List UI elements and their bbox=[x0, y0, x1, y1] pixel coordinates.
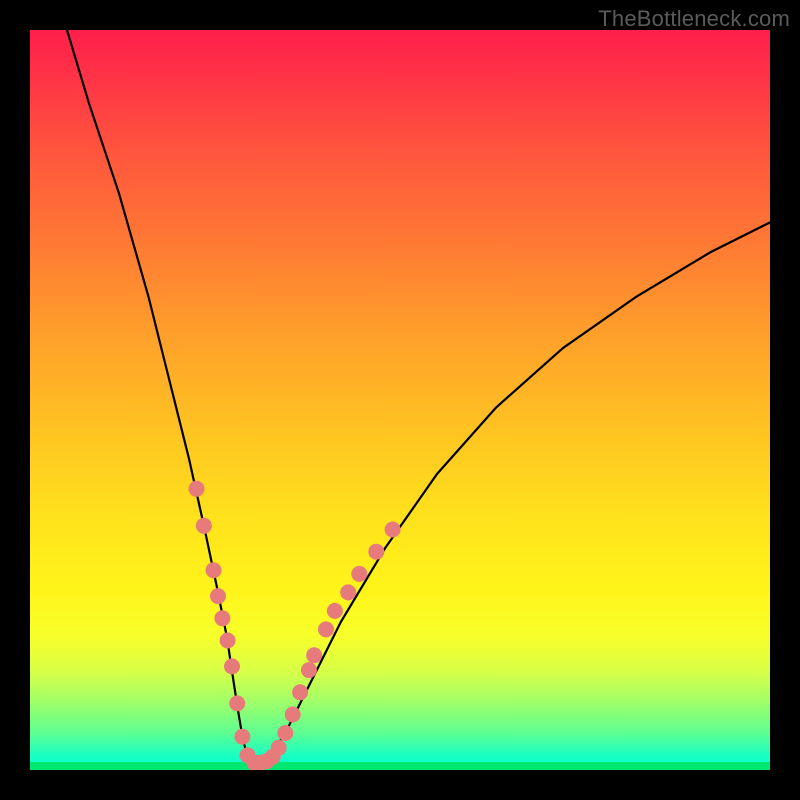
curve-layer bbox=[30, 30, 770, 770]
highlight-point bbox=[189, 481, 205, 497]
highlight-point bbox=[301, 662, 317, 678]
highlight-point bbox=[385, 522, 401, 538]
highlight-point bbox=[234, 729, 250, 745]
highlight-point bbox=[229, 695, 245, 711]
highlight-point bbox=[224, 658, 240, 674]
watermark-text: TheBottleneck.com bbox=[598, 6, 790, 32]
plot-area bbox=[30, 30, 770, 770]
highlight-point bbox=[206, 562, 222, 578]
bottleneck-curve bbox=[67, 30, 770, 763]
highlight-point bbox=[318, 621, 334, 637]
highlight-point bbox=[306, 647, 322, 663]
highlight-point bbox=[351, 566, 367, 582]
highlight-point bbox=[285, 707, 301, 723]
highlight-point bbox=[327, 603, 343, 619]
highlight-point bbox=[210, 588, 226, 604]
highlight-point bbox=[340, 584, 356, 600]
highlight-point-group bbox=[189, 481, 401, 770]
highlight-point bbox=[271, 740, 287, 756]
highlight-point bbox=[220, 633, 236, 649]
highlight-point bbox=[292, 684, 308, 700]
chart-frame: TheBottleneck.com bbox=[0, 0, 800, 800]
highlight-point bbox=[277, 725, 293, 741]
baseline-strip bbox=[30, 762, 770, 770]
highlight-point bbox=[368, 544, 384, 560]
highlight-point bbox=[214, 610, 230, 626]
highlight-point bbox=[240, 747, 256, 763]
highlight-point bbox=[196, 518, 212, 534]
